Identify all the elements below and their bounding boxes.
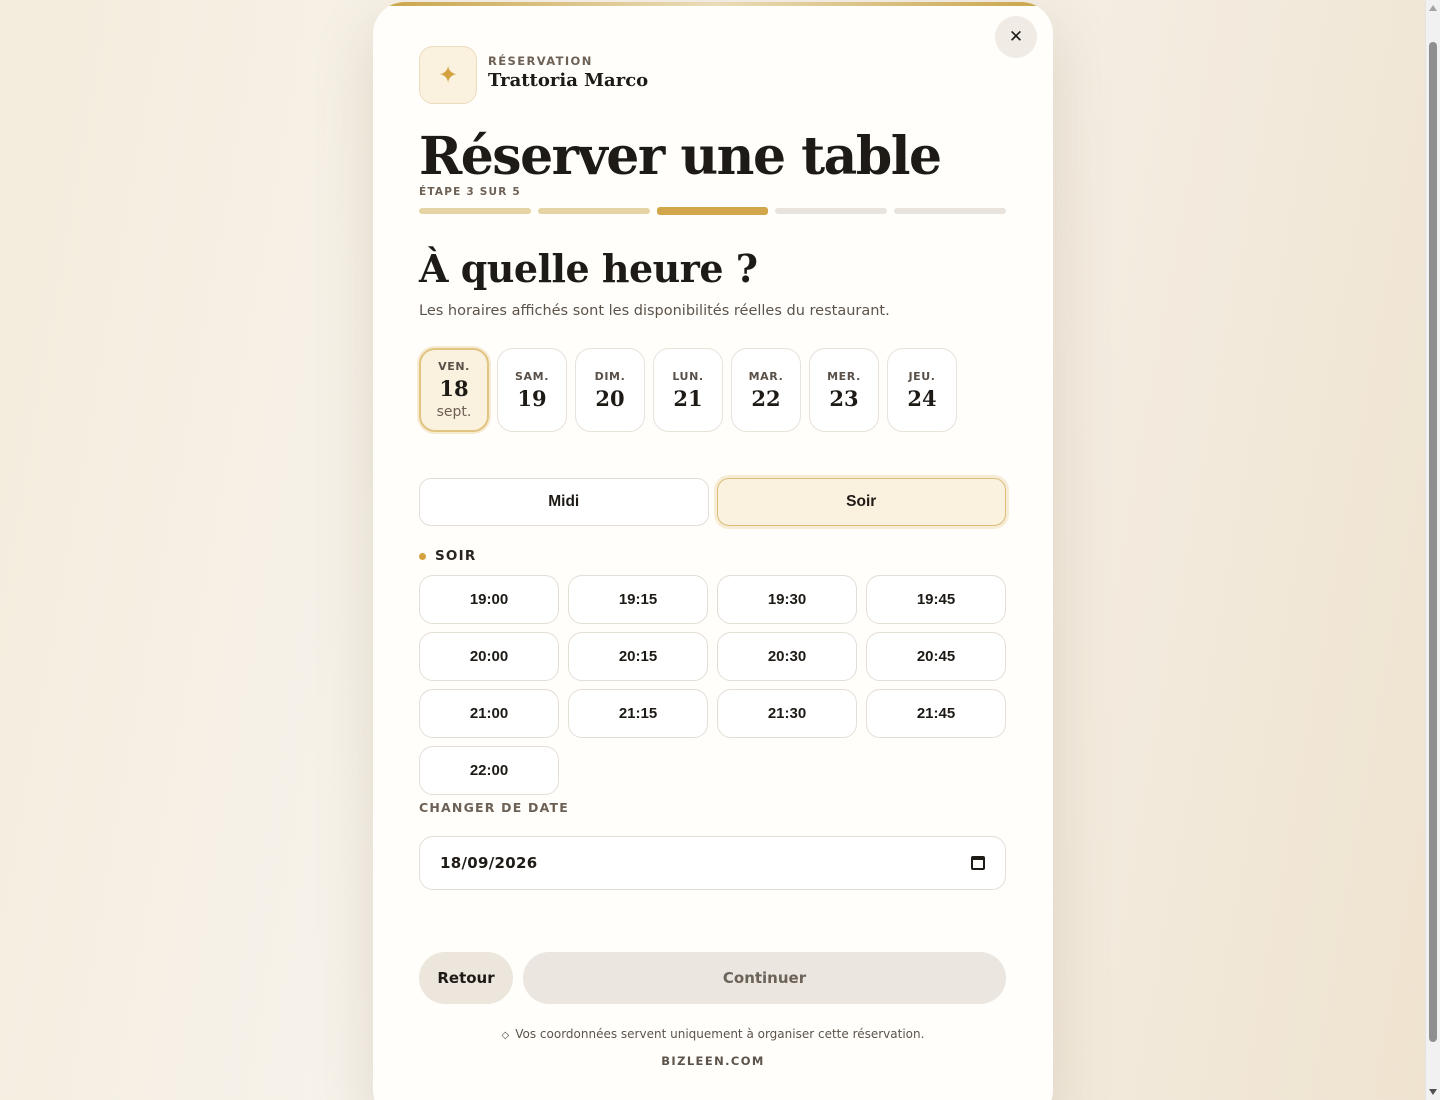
day-weekday: JEU. [908, 369, 936, 383]
day-weekday: MAR. [748, 369, 784, 383]
time-slot-grid: 19:00 19:15 19:30 19:45 20:00 20:15 20:3… [419, 575, 1007, 795]
privacy-note: ◇ Vos coordonnées servent uniquement à or… [373, 1027, 1053, 1041]
day-number: 23 [829, 385, 859, 411]
time-slot-button[interactable]: 19:15 [568, 575, 708, 624]
time-slot-button[interactable]: 20:00 [419, 632, 559, 681]
day-picker: VEN. 18 sept. SAM. 19 DIM. 20 LUN. 21 MA… [419, 348, 957, 432]
service-period-toggle: Midi Soir [419, 478, 1006, 526]
privacy-text: Vos coordonnées servent uniquement à org… [515, 1027, 925, 1041]
scrollbar-thumb[interactable] [1429, 42, 1437, 1042]
sparkle-icon: ✦ [419, 46, 477, 104]
close-button[interactable]: ✕ [995, 16, 1037, 58]
slots-section-text: SOIR [435, 548, 477, 564]
step-indicator: ÉTAPE 3 SUR 5 [419, 186, 521, 198]
bullet-dot-icon [419, 552, 426, 560]
time-slot-button[interactable]: 21:45 [866, 689, 1006, 738]
day-number: 20 [595, 385, 625, 411]
time-slot-button[interactable]: 20:15 [568, 632, 708, 681]
time-slot-button[interactable]: 19:45 [866, 575, 1006, 624]
day-option[interactable]: VEN. 18 sept. [419, 348, 489, 432]
day-number: 24 [907, 385, 937, 411]
restaurant-brand: ✦ RÉSERVATION Trattoria Marco [419, 46, 648, 104]
day-number: 19 [517, 385, 547, 411]
continue-button[interactable]: Continuer [523, 952, 1006, 1004]
day-number: 21 [673, 385, 703, 411]
footer-actions: Retour Continuer [419, 952, 1006, 1004]
progress-segment [775, 208, 888, 214]
diamond-icon: ◇ [501, 1030, 510, 1041]
day-option[interactable]: JEU. 24 [887, 348, 957, 432]
scroll-down-arrow-icon[interactable] [1429, 1089, 1437, 1095]
time-slot-button[interactable]: 21:30 [717, 689, 857, 738]
progress-segment [419, 208, 531, 214]
accent-bar [373, 2, 1053, 6]
brand-kicker: RÉSERVATION [488, 53, 593, 68]
back-button[interactable]: Retour [419, 952, 513, 1004]
day-weekday: VEN. [438, 360, 470, 373]
day-option[interactable]: LUN. 21 [653, 348, 723, 432]
time-slot-button[interactable]: 20:45 [866, 632, 1006, 681]
day-option[interactable]: SAM. 19 [497, 348, 567, 432]
close-icon: ✕ [1008, 27, 1024, 47]
slots-section-label: SOIR [419, 548, 476, 564]
day-option[interactable]: MER. 23 [809, 348, 879, 432]
step-question: À quelle heure ? [419, 246, 758, 291]
day-weekday: DIM. [594, 369, 626, 383]
progress-segment [894, 208, 1006, 214]
powered-by: BIZLEEN.COM [661, 1054, 765, 1068]
day-number: 18 [439, 376, 469, 401]
page-scrollbar[interactable] [1425, 0, 1440, 1100]
period-soir-button[interactable]: Soir [716, 478, 1006, 526]
date-field-value: 18/09/2026 [440, 854, 538, 872]
day-month: sept. [436, 404, 472, 420]
day-option[interactable]: MAR. 22 [731, 348, 801, 432]
time-slot-button[interactable]: 20:30 [717, 632, 857, 681]
day-weekday: MER. [827, 369, 861, 383]
time-slot-button[interactable]: 22:00 [419, 746, 559, 795]
progress-segment [656, 207, 769, 215]
time-slot-button[interactable]: 21:00 [419, 689, 559, 738]
time-slot-button[interactable]: 21:15 [568, 689, 708, 738]
step-subtitle: Les horaires affichés sont les disponibi… [419, 303, 890, 319]
progress-bar [419, 207, 1006, 215]
day-number: 22 [751, 385, 781, 411]
day-option[interactable]: DIM. 20 [575, 348, 645, 432]
day-weekday: SAM. [515, 369, 549, 383]
date-field[interactable]: 18/09/2026 [419, 836, 1006, 890]
page-title: Réserver une table [419, 126, 942, 187]
day-weekday: LUN. [672, 369, 704, 383]
restaurant-name: Trattoria Marco [488, 69, 649, 91]
time-slot-button[interactable]: 19:30 [717, 575, 857, 624]
time-slot-button[interactable]: 19:00 [419, 575, 559, 624]
progress-segment [537, 208, 650, 214]
reservation-modal: ✕ ✦ RÉSERVATION Trattoria Marco Réserver… [373, 2, 1053, 1100]
change-date-label: CHANGER DE DATE [419, 800, 569, 815]
scroll-up-arrow-icon[interactable] [1429, 5, 1437, 11]
period-midi-button[interactable]: Midi [419, 478, 709, 526]
calendar-icon[interactable] [971, 856, 985, 870]
